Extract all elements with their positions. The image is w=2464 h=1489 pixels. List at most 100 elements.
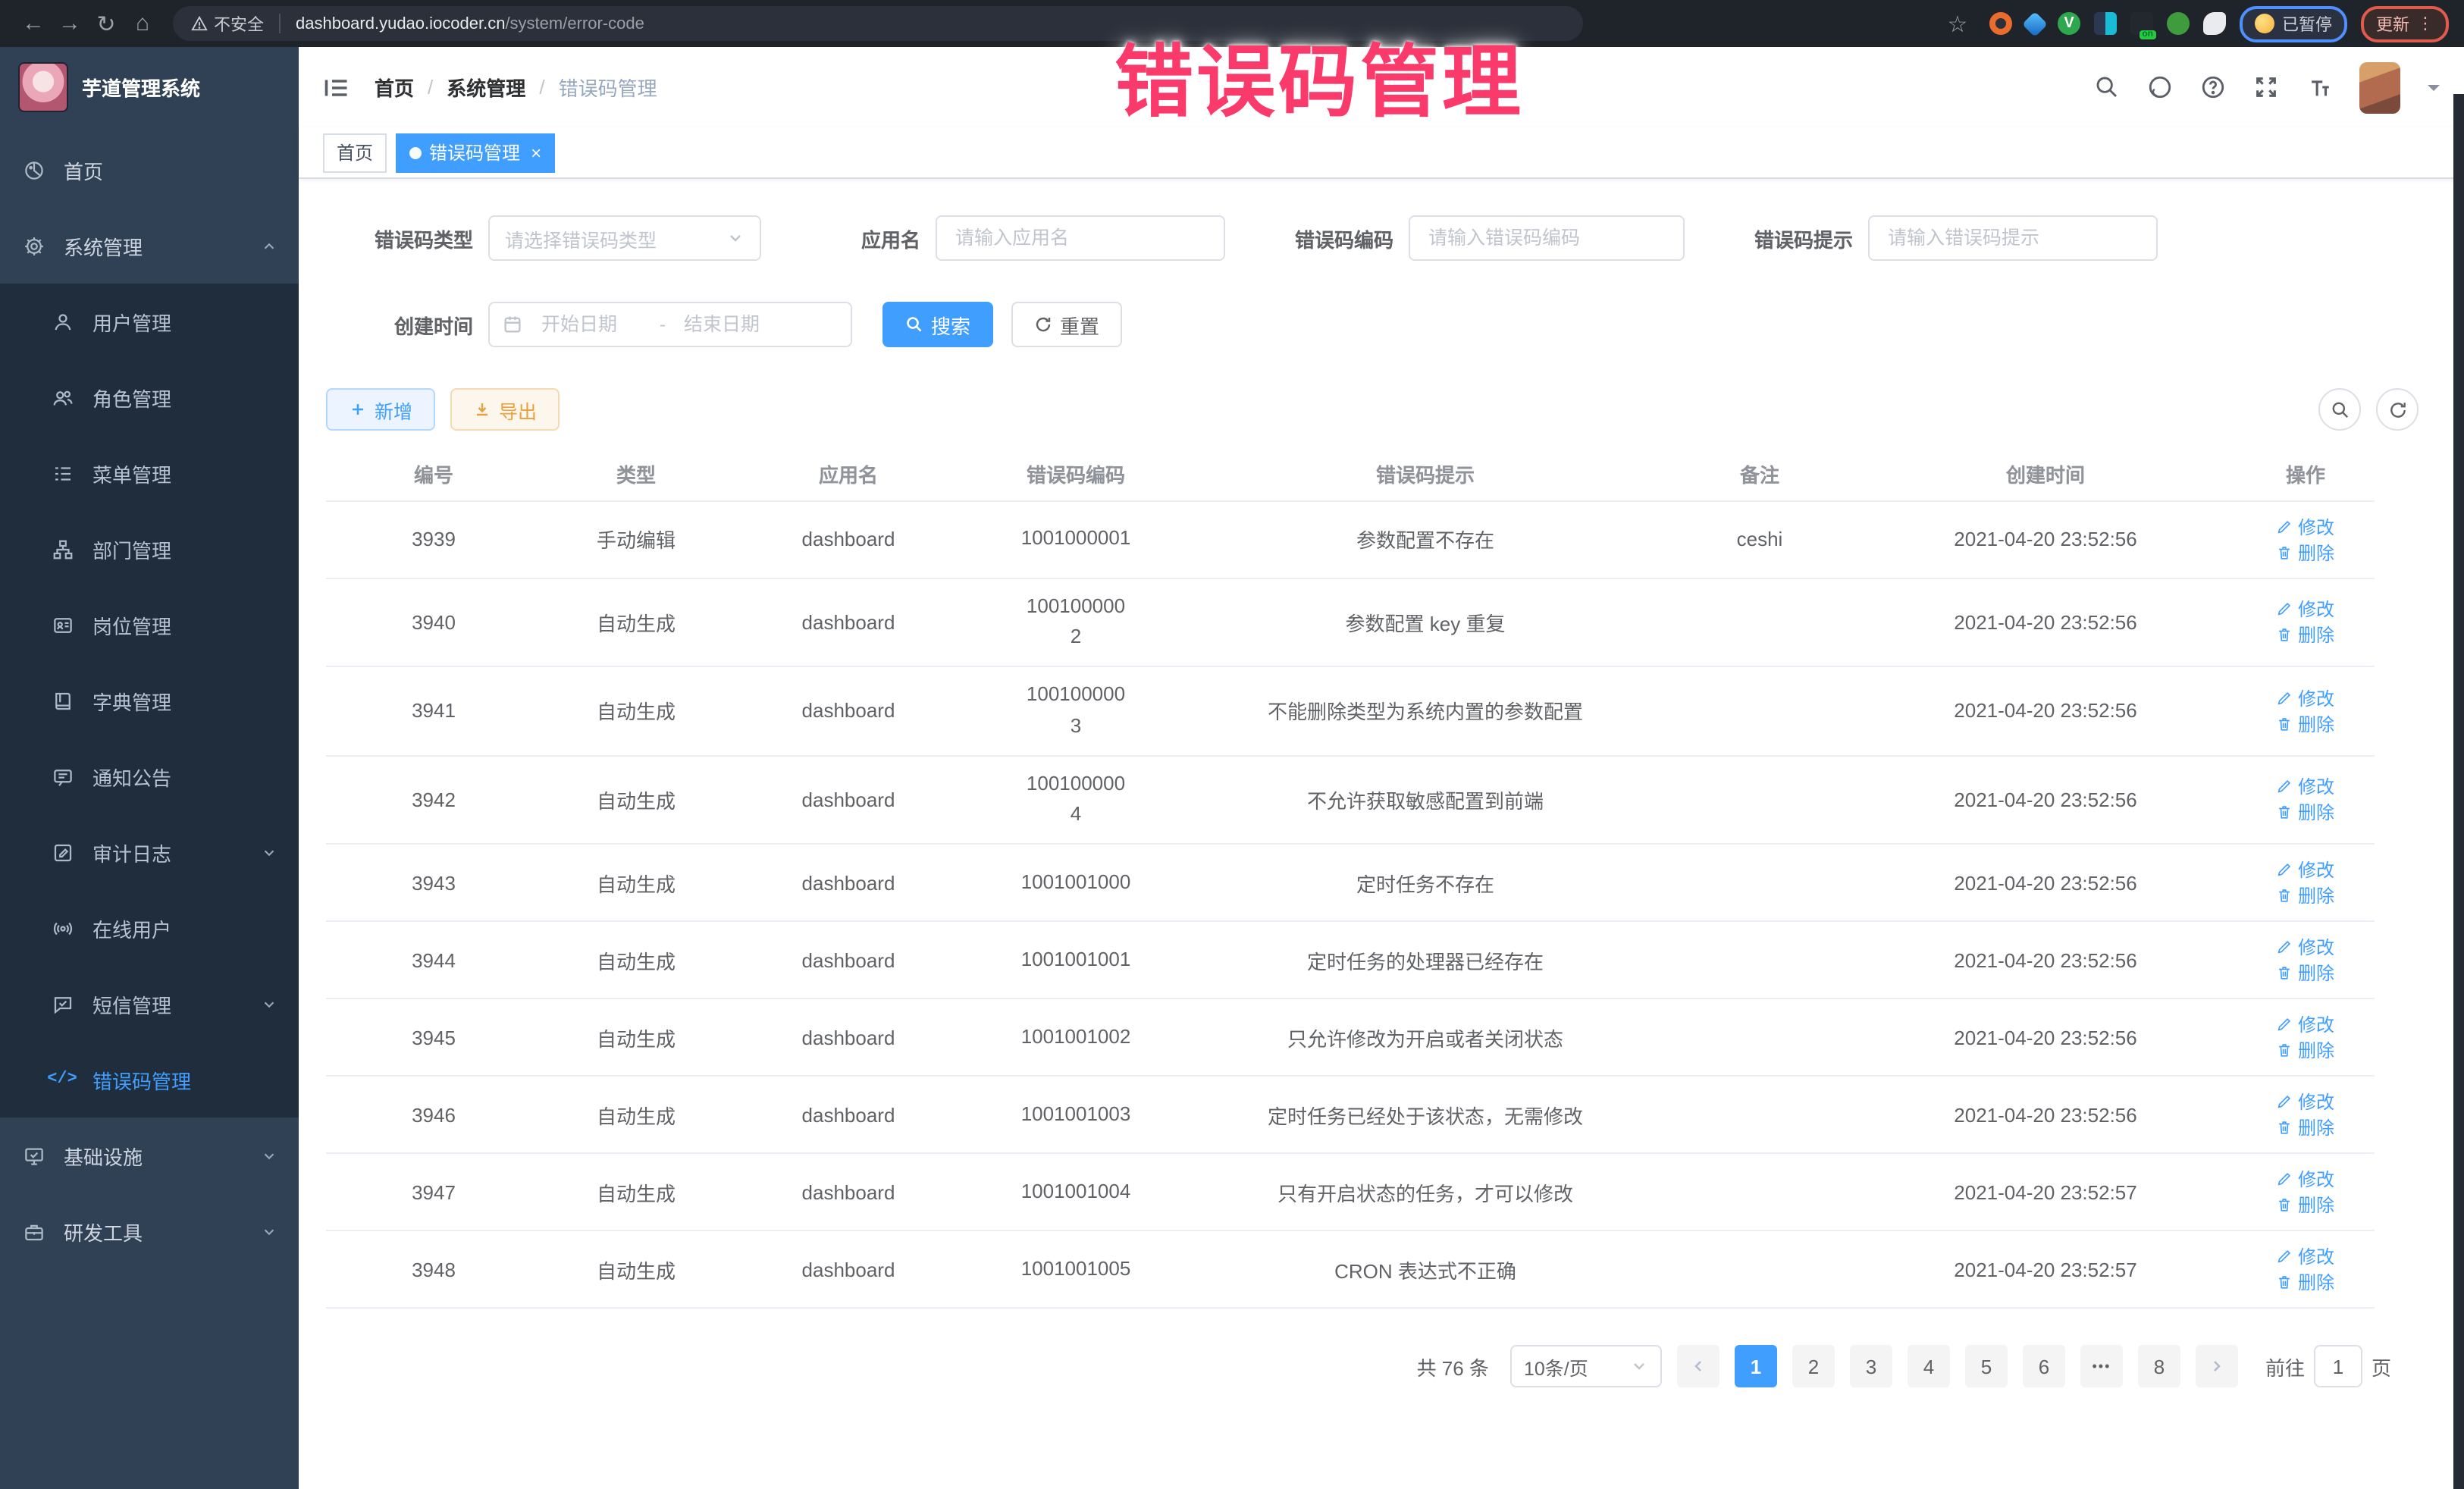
tag-error-code[interactable]: 错误码管理 × — [396, 133, 555, 172]
user-menu-caret-icon[interactable] — [2428, 84, 2440, 96]
close-tag-icon[interactable]: × — [531, 142, 541, 163]
help-icon[interactable] — [2200, 74, 2226, 100]
edit-button[interactable]: 修改 — [2277, 857, 2334, 883]
sidebar-item-org-tree[interactable]: 部门管理 — [0, 511, 299, 587]
profile-paused-badge[interactable]: 已暂停 — [2240, 5, 2347, 42]
sidebar-item-error-code[interactable]: </>错误码管理 — [0, 1042, 299, 1118]
extension-icon-squares[interactable] — [2094, 12, 2117, 35]
edit-button[interactable]: 修改 — [2277, 597, 2334, 622]
breadcrumb-home[interactable]: 首页 — [375, 73, 414, 102]
error-hint-input-wrap — [1868, 215, 2158, 261]
font-size-icon[interactable] — [2306, 74, 2332, 100]
cell-app: dashboard — [731, 500, 966, 578]
address-bar[interactable]: 不安全 dashboard.yudao.iocoder.cn/system/er… — [173, 6, 1583, 41]
browser-update-button[interactable]: 更新 ⋮ — [2361, 5, 2449, 42]
user-avatar[interactable] — [2359, 61, 2400, 113]
sidebar-item-label: 在线用户 — [92, 914, 171, 942]
edit-button[interactable]: 修改 — [2277, 1012, 2334, 1038]
search-button[interactable]: 搜索 — [882, 302, 993, 347]
dictionary-icon — [50, 688, 74, 713]
home-icon[interactable]: ⌂ — [124, 11, 161, 36]
page-button-3[interactable]: 3 — [1850, 1346, 1892, 1388]
fullscreen-icon[interactable] — [2253, 74, 2279, 100]
error-code-label: 错误码编码 — [1249, 224, 1393, 252]
sidebar-item-dictionary[interactable]: 字典管理 — [0, 663, 299, 738]
page-button-5[interactable]: 5 — [1965, 1346, 2008, 1388]
start-date-input[interactable] — [526, 303, 657, 346]
browser-scrollbar[interactable] — [2453, 94, 2464, 1489]
error-hint-input[interactable] — [1873, 217, 2153, 259]
page-button-8[interactable]: 8 — [2138, 1346, 2180, 1388]
not-secure-warning-icon: 不安全 — [191, 11, 264, 36]
sidebar-item-infrastructure[interactable]: 基础设施 — [0, 1118, 299, 1193]
reset-button[interactable]: 重置 — [1011, 302, 1122, 347]
sidebar-item-id-badge[interactable]: 岗位管理 — [0, 587, 299, 663]
sidebar-item-users[interactable]: 角色管理 — [0, 359, 299, 435]
sidebar-item-dashboard[interactable]: 首页 — [0, 132, 299, 208]
date-range-picker[interactable]: - — [488, 302, 852, 347]
page-button-1[interactable]: 1 — [1735, 1346, 1777, 1388]
edit-button[interactable]: 修改 — [2277, 1167, 2334, 1193]
edit-button[interactable]: 修改 — [2277, 1089, 2334, 1115]
page-button-4[interactable]: 4 — [1908, 1346, 1950, 1388]
edit-button[interactable]: 修改 — [2277, 513, 2334, 539]
delete-button[interactable]: 删除 — [2277, 883, 2334, 909]
delete-button[interactable]: 删除 — [2277, 1115, 2334, 1141]
sidebar-item-user[interactable]: 用户管理 — [0, 284, 299, 359]
page-size-select[interactable]: 10条/页 — [1510, 1346, 1662, 1388]
extension-icon-puzzle[interactable] — [2203, 12, 2226, 35]
error-code-input[interactable] — [1413, 217, 1680, 259]
collapse-sidebar-icon[interactable] — [323, 74, 350, 101]
delete-button[interactable]: 删除 — [2277, 1270, 2334, 1296]
extension-icon-orange[interactable] — [1989, 12, 2012, 35]
export-button[interactable]: 导出 — [450, 388, 560, 431]
bookmark-star-icon[interactable]: ☆ — [1939, 10, 1976, 37]
table-row: 3944自动生成dashboard1001001001定时任务的处理器已经存在2… — [326, 922, 2375, 999]
delete-button[interactable]: 删除 — [2277, 622, 2334, 648]
extension-icon-green-v[interactable]: V — [2058, 12, 2080, 35]
reload-icon[interactable]: ↻ — [88, 10, 124, 37]
breadcrumb-system[interactable]: 系统管理 — [447, 73, 525, 102]
page-button-6[interactable]: 6 — [2023, 1346, 2065, 1388]
next-page-button[interactable] — [2196, 1346, 2238, 1388]
prev-page-button[interactable] — [1677, 1346, 1719, 1388]
end-date-input[interactable] — [669, 303, 799, 346]
delete-button[interactable]: 删除 — [2277, 1038, 2334, 1064]
delete-button[interactable]: 删除 — [2277, 539, 2334, 565]
edit-button[interactable]: 修改 — [2277, 935, 2334, 961]
delete-button[interactable]: 删除 — [2277, 1193, 2334, 1218]
sidebar-item-menu-list[interactable]: 菜单管理 — [0, 435, 299, 511]
extension-icon-key[interactable] — [2167, 12, 2190, 35]
extension-icon-gem[interactable] — [2022, 11, 2048, 36]
show-search-toggle-icon[interactable] — [2318, 388, 2361, 431]
edit-button[interactable]: 修改 — [2277, 774, 2334, 800]
sidebar-item-dev-tools[interactable]: 研发工具 — [0, 1193, 299, 1269]
delete-button[interactable]: 删除 — [2277, 961, 2334, 986]
cell-code: 1001001000 — [966, 845, 1186, 922]
tag-home[interactable]: 首页 — [323, 133, 387, 172]
sidebar-item-audit-log[interactable]: 审计日志 — [0, 814, 299, 890]
add-button[interactable]: 新增 — [326, 388, 435, 431]
refresh-table-icon[interactable] — [2376, 388, 2419, 431]
cell-id: 3939 — [326, 500, 541, 578]
error-type-select[interactable]: 请选择错误码类型 — [488, 215, 761, 261]
extension-icon-on-badge[interactable]: on — [2130, 12, 2153, 35]
edit-button[interactable]: 修改 — [2277, 1244, 2334, 1270]
announcement-icon — [50, 764, 74, 788]
page-ellipsis[interactable]: ••• — [2080, 1346, 2123, 1388]
delete-button[interactable]: 删除 — [2277, 711, 2334, 737]
sidebar-item-announcement[interactable]: 通知公告 — [0, 738, 299, 814]
header-search-icon[interactable] — [2094, 74, 2120, 100]
sidebar-item-gear[interactable]: 系统管理 — [0, 208, 299, 284]
sidebar-item-sms[interactable]: 短信管理 — [0, 966, 299, 1042]
back-icon[interactable]: ← — [15, 11, 52, 36]
page-button-2[interactable]: 2 — [1792, 1346, 1835, 1388]
edit-button[interactable]: 修改 — [2277, 685, 2334, 711]
goto-page-input[interactable] — [2314, 1346, 2362, 1388]
sidebar-item-online-user[interactable]: 在线用户 — [0, 890, 299, 966]
app-logo-row[interactable]: 芋道管理系统 — [0, 47, 299, 126]
delete-button[interactable]: 删除 — [2277, 800, 2334, 826]
forward-icon[interactable]: → — [52, 11, 88, 36]
github-icon[interactable] — [2147, 74, 2173, 100]
app-name-input[interactable] — [940, 217, 1221, 259]
